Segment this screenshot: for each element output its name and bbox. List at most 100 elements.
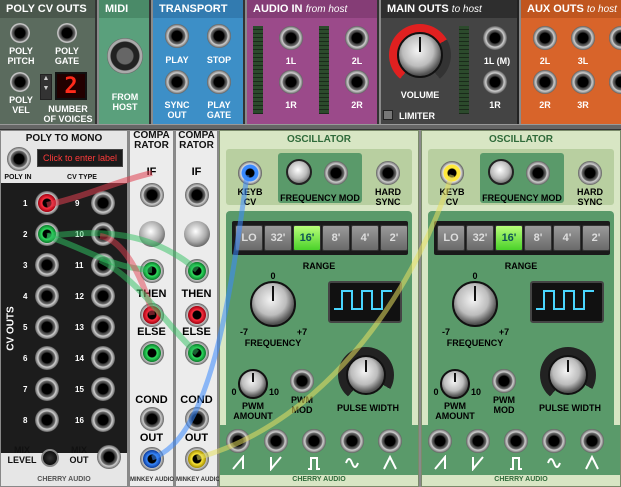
pwm-amount-knob[interactable] xyxy=(238,369,268,399)
then-jack[interactable] xyxy=(185,303,209,327)
if-jack[interactable] xyxy=(140,183,164,207)
aux-2l-jack[interactable] xyxy=(533,26,557,50)
poly-in-jack[interactable] xyxy=(7,147,31,171)
sine-wave-icon xyxy=(345,458,359,468)
poly-pitch-jack[interactable] xyxy=(10,23,30,43)
poly-gate-jack[interactable] xyxy=(57,23,77,43)
else-jack[interactable] xyxy=(140,341,164,365)
freq-mod-jack[interactable] xyxy=(526,161,550,185)
sync-out-jack[interactable] xyxy=(165,70,189,94)
cv-out-jack[interactable] xyxy=(35,253,59,277)
pwm-amount-knob[interactable] xyxy=(440,369,470,399)
range-button[interactable]: 2' xyxy=(582,225,610,251)
range-button[interactable]: 32' xyxy=(466,225,494,251)
else-jack[interactable] xyxy=(185,341,209,365)
poly-vel-jack[interactable] xyxy=(10,72,30,92)
cv-out-jack[interactable] xyxy=(35,222,59,246)
aux-3l-jack[interactable] xyxy=(571,26,595,50)
waveform-out-jack[interactable] xyxy=(580,429,604,453)
play-gate-jack[interactable] xyxy=(207,70,231,94)
pulse-width-knob[interactable] xyxy=(548,355,588,395)
limiter-led[interactable] xyxy=(383,110,393,120)
audio-in-2l-jack[interactable] xyxy=(345,26,369,50)
range-button[interactable]: 8' xyxy=(524,225,552,251)
cv-out-jack[interactable] xyxy=(91,408,115,432)
aux-3r-jack[interactable] xyxy=(571,70,595,94)
voices-stepper[interactable]: ▲ ▼ xyxy=(40,74,52,100)
waveform-out-jack[interactable] xyxy=(302,429,326,453)
out-jack[interactable] xyxy=(140,447,164,471)
hard-sync-jack[interactable] xyxy=(578,161,602,185)
freq-mod-knob[interactable] xyxy=(488,159,514,185)
if-jack[interactable] xyxy=(185,183,209,207)
waveform-out-jack[interactable] xyxy=(340,429,364,453)
frequency-knob[interactable] xyxy=(452,281,498,327)
keyb-cv-jack[interactable] xyxy=(238,161,262,185)
play-jack[interactable] xyxy=(165,24,189,48)
cv-out-jack[interactable] xyxy=(91,222,115,246)
audio-in-1r-jack[interactable] xyxy=(279,70,303,94)
chevron-down-icon[interactable]: ▼ xyxy=(41,85,51,92)
pwm-mod-jack[interactable] xyxy=(492,369,516,393)
waveform-out-jack[interactable] xyxy=(466,429,490,453)
range-button[interactable]: 16' xyxy=(293,225,321,251)
compare-selector-knob[interactable] xyxy=(139,221,165,247)
pwm-mod-jack[interactable] xyxy=(290,369,314,393)
cv-out-jack[interactable] xyxy=(91,284,115,308)
waveform-out-jack[interactable] xyxy=(428,429,452,453)
audio-in-2r-jack[interactable] xyxy=(345,70,369,94)
range-button[interactable]: 8' xyxy=(322,225,350,251)
range-button[interactable]: 4' xyxy=(553,225,581,251)
cv-out-jack[interactable] xyxy=(35,191,59,215)
cv-out-jack[interactable] xyxy=(35,377,59,401)
mix-out-jack[interactable] xyxy=(97,445,121,469)
waveform-out-jack[interactable] xyxy=(226,429,250,453)
waveform-out-jack[interactable] xyxy=(504,429,528,453)
then-jack[interactable] xyxy=(140,303,164,327)
cv-out-jack[interactable] xyxy=(35,408,59,432)
frequency-knob[interactable] xyxy=(250,281,296,327)
cond-jack[interactable] xyxy=(140,407,164,431)
cv-out-jack[interactable] xyxy=(91,315,115,339)
range-button[interactable]: 2' xyxy=(380,225,408,251)
waveform-out-jack[interactable] xyxy=(542,429,566,453)
aux-2r-jack[interactable] xyxy=(533,70,557,94)
cv-out-jack[interactable] xyxy=(91,253,115,277)
cv-out-jack[interactable] xyxy=(35,315,59,339)
cv-out-jack[interactable] xyxy=(91,346,115,370)
waveform-out-jack[interactable] xyxy=(264,429,288,453)
range-button[interactable]: 4' xyxy=(351,225,379,251)
cv-out-jack[interactable] xyxy=(91,191,115,215)
aux-4l-jack[interactable] xyxy=(609,26,621,50)
stop-jack[interactable] xyxy=(207,24,231,48)
chevron-up-icon[interactable]: ▲ xyxy=(41,75,51,82)
midi-din-jack[interactable] xyxy=(107,38,143,74)
freq-mod-jack[interactable] xyxy=(324,161,348,185)
comparator-jack[interactable] xyxy=(185,259,209,283)
range-button[interactable]: LO xyxy=(437,225,465,251)
freq-mod-knob[interactable] xyxy=(286,159,312,185)
range-button[interactable]: LO xyxy=(235,225,263,251)
compare-selector-knob[interactable] xyxy=(184,221,210,247)
cv-out-jack[interactable] xyxy=(35,284,59,308)
pulse-width-knob[interactable] xyxy=(346,355,386,395)
label-entry-button[interactable]: Click to enter label xyxy=(37,149,123,167)
main-out-1r-jack[interactable] xyxy=(483,70,507,94)
title-main: AUX OUTS xyxy=(527,3,584,15)
audio-in-1l-jack[interactable] xyxy=(279,26,303,50)
hard-sync-jack[interactable] xyxy=(376,161,400,185)
cond-jack[interactable] xyxy=(185,407,209,431)
waveform-out-jack[interactable] xyxy=(378,429,402,453)
range-button[interactable]: 32' xyxy=(264,225,292,251)
aux-4r-jack[interactable] xyxy=(609,70,621,94)
out-jack[interactable] xyxy=(185,447,209,471)
poly-pitch-label: POLY PITCH xyxy=(7,46,35,66)
comparator-jack[interactable] xyxy=(140,259,164,283)
mix-level-knob[interactable] xyxy=(41,449,59,467)
main-out-1l-jack[interactable] xyxy=(483,26,507,50)
cv-out-jack[interactable] xyxy=(91,377,115,401)
cv-out-jack[interactable] xyxy=(35,346,59,370)
volume-knob[interactable] xyxy=(397,32,443,78)
range-button[interactable]: 16' xyxy=(495,225,523,251)
keyb-cv-jack[interactable] xyxy=(440,161,464,185)
